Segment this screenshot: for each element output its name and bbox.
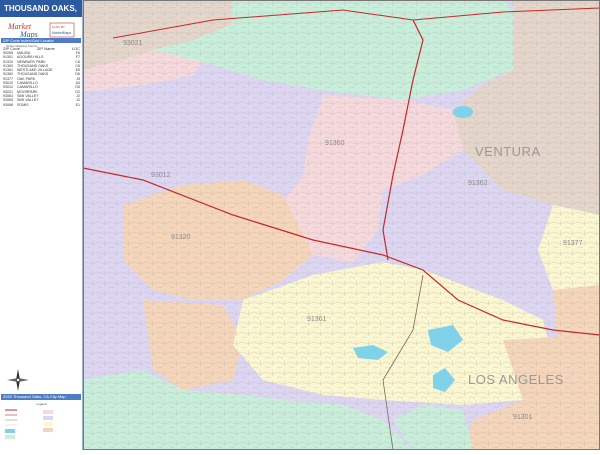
map-sidebar: THOUSAND OAKS, CA Market Maps ALSO BY Ma… [0, 0, 83, 450]
zip-label: 93021 [123, 40, 143, 47]
zip-label: 91320 [171, 234, 191, 241]
zip-code-map[interactable]: VENTURA LOS ANGELES 93021 93012 91360 91… [82, 0, 600, 451]
zip-label: 91301 [513, 414, 533, 421]
zip-code-cell: 93066 [3, 102, 13, 107]
map-legend: Legend [3, 402, 80, 447]
lake-water [453, 106, 473, 118]
zip-table-row: 93066 SOMIS E1 [3, 103, 80, 107]
logo-badge-top: ALSO BY [52, 25, 65, 29]
zip-label: 91377 [563, 240, 583, 247]
region-label-ventura: VENTURA [475, 144, 541, 159]
map-caption: 2020 Thousand Oaks, CA City Map [1, 394, 81, 400]
map-title: THOUSAND OAKS, CA [0, 0, 82, 30]
compass-rose-icon [6, 368, 30, 392]
logo-badge-bottom: MarketMaps [52, 31, 72, 35]
zip-locator-heading: ZIP Code Index/Grid Locator [1, 38, 81, 43]
zip-table: 90265 MALIBU F6 91301 AGOURA HILLS F7 91320 NEW… [3, 51, 80, 107]
zip-label: 93012 [151, 172, 171, 179]
zip-label: 91360 [325, 140, 345, 147]
market-maps-logo: Market Maps ALSO BY MarketMaps [6, 20, 76, 40]
zip-loc-cell: E1 [75, 102, 80, 107]
zip-label: 91361 [307, 316, 327, 323]
region-label-los-angeles: LOS ANGELES [468, 372, 564, 387]
zip-name-cell: SOMIS [17, 102, 29, 107]
zip-label: 91362 [468, 180, 488, 187]
